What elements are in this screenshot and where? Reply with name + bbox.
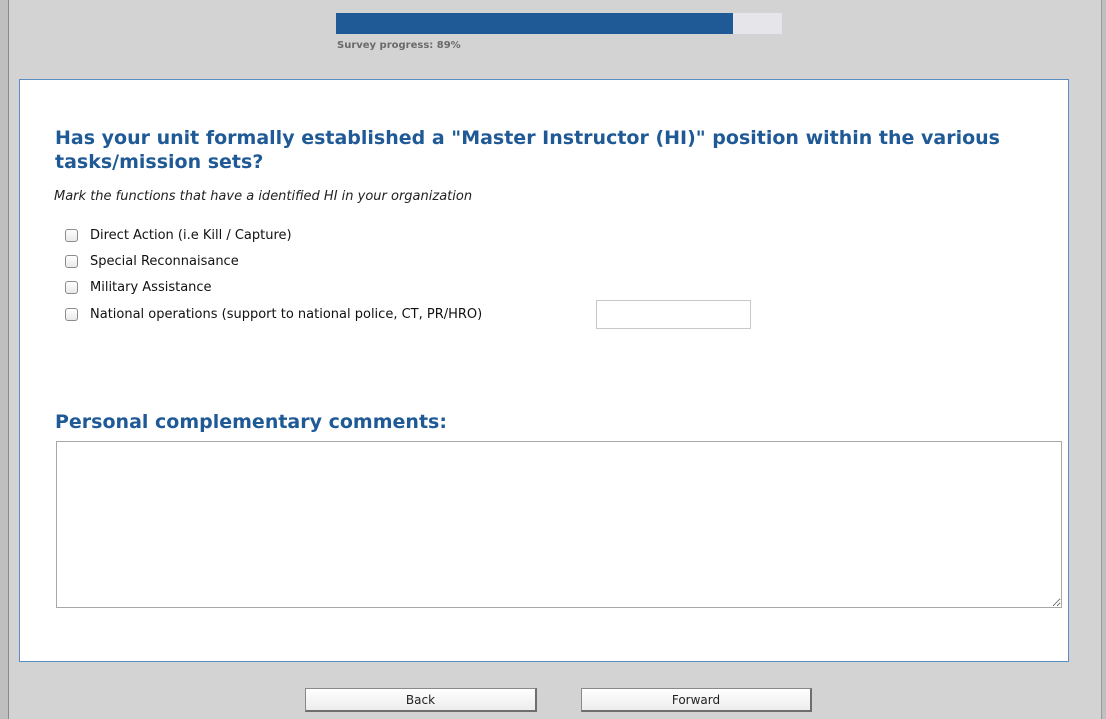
checkbox-direct-action[interactable] [65, 228, 78, 242]
option-label: Special Reconnaisance [90, 253, 239, 269]
option-national-operations[interactable]: National operations (support to national… [65, 305, 482, 323]
option-military-assistance[interactable]: Military Assistance [65, 278, 212, 296]
window-frame-right [1101, 0, 1106, 719]
progress-label: Survey progress: 89% [337, 40, 461, 51]
option-special-reconnaisance[interactable]: Special Reconnaisance [65, 252, 239, 270]
option-label: Direct Action (i.e Kill / Capture) [90, 227, 292, 243]
option-direct-action[interactable]: Direct Action (i.e Kill / Capture) [65, 226, 292, 244]
comments-title: Personal complementary comments: [55, 411, 447, 433]
national-operations-text-input[interactable] [596, 300, 751, 329]
comments-textarea[interactable] [56, 441, 1062, 608]
checkbox-special-reconnaisance[interactable] [65, 254, 78, 268]
question-instruction: Mark the functions that have a identifie… [54, 189, 473, 204]
progress-bar-fill [336, 13, 733, 34]
forward-button[interactable]: Forward [581, 688, 812, 712]
back-button[interactable]: Back [305, 688, 537, 712]
checkbox-national-operations[interactable] [65, 307, 78, 321]
window-frame-left [0, 0, 9, 719]
option-label: Military Assistance [90, 279, 212, 295]
checkbox-military-assistance[interactable] [65, 280, 78, 294]
progress-bar [336, 13, 782, 34]
option-label: National operations (support to national… [90, 306, 483, 322]
question-title: Has your unit formally established a "Ma… [55, 127, 1000, 173]
question-panel: Has your unit formally established a "Ma… [19, 79, 1069, 662]
